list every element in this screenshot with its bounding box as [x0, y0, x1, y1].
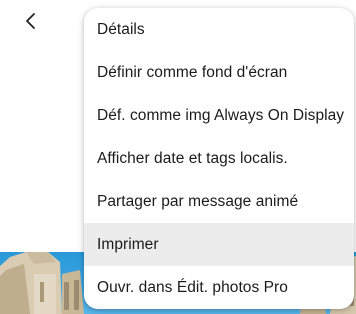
chevron-left-icon: [24, 12, 38, 35]
menu-item-details[interactable]: Détails: [84, 8, 354, 51]
menu-item-set-always-on-display[interactable]: Déf. comme img Always On Display: [84, 94, 354, 137]
menu-item-share-animated-message[interactable]: Partager par message animé: [84, 180, 354, 223]
menu-item-show-date-location-tags[interactable]: Afficher date et tags localis.: [84, 137, 354, 180]
menu-item-open-in-photo-editor-pro[interactable]: Ouvr. dans Édit. photos Pro: [84, 266, 354, 309]
back-button[interactable]: [18, 10, 44, 36]
more-options-menu: Détails Définir comme fond d'écran Déf. …: [84, 8, 354, 309]
menu-item-set-as-wallpaper[interactable]: Définir comme fond d'écran: [84, 51, 354, 94]
menu-item-print[interactable]: Imprimer: [84, 223, 354, 266]
